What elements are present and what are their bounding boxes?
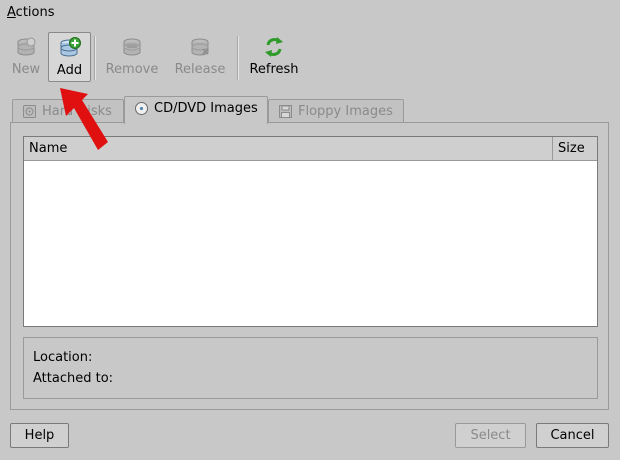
toolbar: New Add Remove Release Refresh: [6, 32, 326, 82]
remove-button[interactable]: Remove: [102, 32, 162, 82]
tab-label: Floppy Images: [298, 104, 393, 119]
list-header: Name Size: [24, 137, 597, 161]
toolbar-separator: [94, 36, 96, 80]
release-label: Release: [174, 62, 226, 77]
floppy-icon: [279, 105, 292, 118]
refresh-icon: [265, 37, 283, 57]
refresh-button[interactable]: Refresh: [244, 32, 304, 82]
column-divider[interactable]: [552, 137, 553, 160]
release-button[interactable]: Release: [168, 32, 232, 82]
column-header-size[interactable]: Size: [558, 141, 585, 156]
cd-dvd-icon: [135, 102, 148, 115]
attached-to-label: Attached to:: [33, 371, 114, 386]
tab-label: CD/DVD Images: [154, 101, 258, 116]
remove-disk-icon: [123, 38, 141, 56]
new-disk-icon: [17, 37, 36, 56]
release-disk-icon: [191, 38, 209, 56]
refresh-label: Refresh: [249, 62, 299, 77]
toolbar-separator: [237, 36, 239, 80]
tab-hard-disks[interactable]: Hard Disks: [12, 99, 124, 123]
tab-floppy-images[interactable]: Floppy Images: [268, 99, 404, 123]
location-label: Location:: [33, 350, 93, 365]
tab-cd-dvd-images[interactable]: CD/DVD Images: [124, 96, 268, 124]
select-button[interactable]: Select: [455, 423, 526, 448]
column-header-name[interactable]: Name: [29, 141, 67, 156]
menu-actions[interactable]: Actions: [7, 5, 55, 20]
media-list[interactable]: Name Size: [23, 136, 598, 327]
add-label: Add: [56, 63, 83, 78]
add-disk-icon: [60, 37, 81, 57]
hard-disk-icon: [23, 105, 36, 118]
tab-label: Hard Disks: [42, 104, 112, 119]
media-tabs: Hard Disks CD/DVD Images Floppy Images: [10, 96, 610, 124]
media-info-panel: Location: Attached to:: [23, 337, 598, 399]
tab-panel-cd-dvd: Name Size Location: Attached to:: [10, 122, 609, 410]
new-label: New: [11, 62, 41, 77]
new-button[interactable]: New: [6, 32, 46, 82]
remove-label: Remove: [105, 62, 159, 77]
add-button[interactable]: Add: [48, 32, 91, 82]
help-button[interactable]: Help: [10, 423, 69, 448]
cancel-button[interactable]: Cancel: [536, 423, 609, 448]
media-manager-window: Actions New Add Remove Release Refresh H…: [0, 0, 620, 460]
